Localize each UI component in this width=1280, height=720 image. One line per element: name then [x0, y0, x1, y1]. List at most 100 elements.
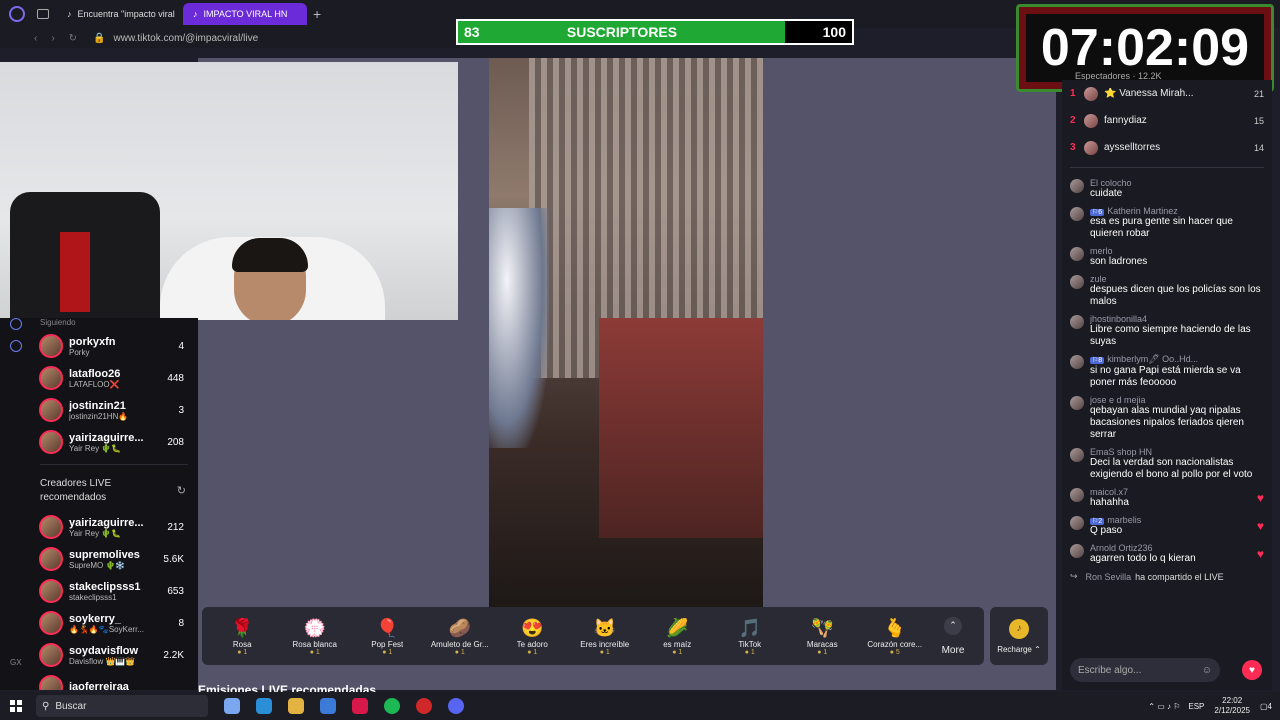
creator-item[interactable]: stakeclipsss1 stakeclipsss1 653: [30, 575, 198, 607]
address-bar[interactable]: ‹›↻ 🔒 www.tiktok.com/@impacviral/live: [0, 28, 460, 48]
gift-item[interactable]: 😍 Te adoro ● 1: [496, 616, 569, 656]
message-text: qebayan alas mundial yaq nipalas bacasio…: [1090, 405, 1244, 440]
tab-live[interactable]: ♪ IMPACTO VIRAL HN: [183, 3, 307, 25]
browser-logo-icon[interactable]: [9, 6, 25, 22]
chat-message[interactable]: zule despues dicen que los policías son …: [1062, 274, 1272, 308]
viewer-count: 448: [167, 372, 184, 384]
creator-name: latafloo26: [69, 367, 121, 380]
like-heart-button[interactable]: ♥: [1242, 660, 1262, 680]
gift-cost: ● 1: [672, 649, 683, 656]
creator-item[interactable]: yairizaguirre... Yair Rey 🌵🐛 212: [30, 511, 198, 543]
recommended-header: Creadores LIVE recomendados ↻: [30, 471, 198, 511]
door: [599, 318, 763, 538]
share-icon: ↪: [1070, 571, 1078, 581]
spotify-icon[interactable]: [384, 698, 400, 714]
chat-message[interactable]: jhostinbonilla4 Libre como siempre hacie…: [1062, 314, 1272, 348]
new-tab-button[interactable]: +: [313, 6, 321, 22]
avatar: [1070, 544, 1084, 558]
creator-item[interactable]: yairizaguirre... Yair Rey 🌵🐛 208: [30, 426, 198, 458]
share-user: Ron Sevilla: [1085, 571, 1132, 582]
mail-icon[interactable]: [320, 698, 336, 714]
gift-name: Amuleto de Gr...: [430, 640, 489, 649]
chat-message[interactable]: ⚐8 kimberlym🖊 Oo..Hd... si no gana Papi e…: [1062, 354, 1272, 389]
gift-name: es maíz: [663, 640, 692, 649]
gift-item[interactable]: 🌹 Rosa ● 1: [206, 616, 279, 656]
gift-icon: 🎈: [376, 618, 399, 638]
discord-icon[interactable]: [448, 698, 464, 714]
coin-icon: ♪: [1009, 618, 1029, 639]
edge-icon[interactable]: [256, 698, 272, 714]
gift-item[interactable]: 🎵 TikTok ● 1: [714, 616, 787, 656]
app-icon[interactable]: [416, 698, 432, 714]
webcam-overlay: [0, 62, 458, 320]
clock[interactable]: 22:02 2/12/2025: [1214, 696, 1250, 716]
gift-item[interactable]: 💮 Rosa blanca ● 1: [279, 616, 352, 656]
live-icon[interactable]: [10, 318, 22, 330]
creator-item[interactable]: porkyxfn Porky 4: [30, 330, 198, 362]
rank-user: fannydiaz: [1104, 115, 1147, 126]
recharge-button[interactable]: ♪ Recharge ⌃: [990, 607, 1048, 665]
creator-item[interactable]: soykerry_ 🔥💃🔥🐾SoyKerr... 8: [30, 607, 198, 639]
taskbar: ⚲ Buscar ⌃ ▭ ♪ ⚐ ESP 22:02 2/12/2025 ▢4: [0, 692, 1280, 720]
copilot-icon[interactable]: [224, 698, 240, 714]
tab-search[interactable]: ♪ Encuentra "impacto viral": [57, 3, 175, 25]
chat-message[interactable]: Arnold Ortiz236 agarren todo lo q kieran…: [1062, 543, 1272, 565]
viewer-count: 2.2K: [163, 649, 184, 661]
heart-icon: ♥: [1256, 519, 1264, 533]
gift-item[interactable]: 🎈 Pop Fest ● 1: [351, 616, 424, 656]
chat-message[interactable]: ⚐2 marbelis Q paso ♥: [1062, 515, 1272, 537]
refresh-icon[interactable]: ↻: [177, 484, 186, 498]
more-gifts-button[interactable]: ⌃ More: [931, 616, 975, 656]
gift-icon: 🎵: [738, 618, 761, 638]
ranking-row[interactable]: 2 fannydiaz 15: [1062, 107, 1272, 134]
message-user: merlo: [1090, 246, 1113, 256]
chat-input[interactable]: Escribe algo... ☺: [1070, 658, 1220, 682]
nav-arrows-icon[interactable]: ‹›↻: [34, 33, 91, 44]
language-indicator[interactable]: ESP: [1188, 702, 1204, 711]
chat-message[interactable]: El colocho cuidate: [1062, 178, 1272, 200]
notification-icon[interactable]: ▢4: [1260, 702, 1272, 711]
opera-gx-icon[interactable]: [352, 698, 368, 714]
chat-message[interactable]: EmaS shop HN Deci la verdad son nacional…: [1062, 447, 1272, 481]
gift-item[interactable]: 🌽 es maíz ● 1: [641, 616, 714, 656]
creator-name: supremolives: [69, 548, 140, 561]
ranking-row[interactable]: 3 aysselltorres 14: [1062, 134, 1272, 161]
tiktok-icon: ♪: [67, 9, 72, 19]
gift-bar: 🌹 Rosa ● 1 💮 Rosa blanca ● 1 🎈 Pop Fest …: [202, 607, 984, 665]
gift-item[interactable]: 🪇 Maracas ● 1: [786, 616, 859, 656]
live-video[interactable]: [489, 58, 763, 608]
gift-icon: 🐱: [593, 618, 616, 638]
divider: [40, 464, 188, 465]
message-text: Q paso: [1090, 525, 1123, 536]
tab-overview-icon[interactable]: [37, 9, 49, 19]
emoji-icon[interactable]: ☺: [1202, 665, 1212, 676]
gift-item[interactable]: 🥔 Amuleto de Gr... ● 1: [424, 616, 497, 656]
message-user: maicol.x7: [1090, 487, 1129, 497]
creator-item[interactable]: iaoferreiraa: [30, 671, 198, 690]
message-user: zule: [1090, 274, 1107, 284]
chat-message[interactable]: ⚐6 Katherin Martinez esa es pura gente si…: [1062, 206, 1272, 240]
message-user: EmaS shop HN: [1090, 447, 1153, 457]
creator-item[interactable]: jostinzin21 jostinzin21HN🔥 3: [30, 394, 198, 426]
system-tray: ⌃ ▭ ♪ ⚐ ESP 22:02 2/12/2025 ▢4: [1148, 692, 1272, 720]
taskbar-search[interactable]: ⚲ Buscar: [36, 695, 208, 717]
divider: [1070, 167, 1264, 168]
explorer-icon[interactable]: [288, 698, 304, 714]
chat-message[interactable]: maicol.x7 hahahha ♥: [1062, 487, 1272, 509]
avatar: [1070, 355, 1084, 369]
recommended-title: Creadores LIVE recomendados: [40, 478, 112, 503]
windows-start-icon[interactable]: [10, 700, 22, 712]
gift-item[interactable]: 🫰 Corazón core... ● 5: [859, 616, 932, 656]
creator-item[interactable]: supremolives SupreMO 🌵❄️ 5.6K: [30, 543, 198, 575]
gift-cost: ● 1: [382, 649, 393, 656]
creator-item[interactable]: latafloo26 LATAFLOO❌ 448: [30, 362, 198, 394]
chat-message[interactable]: merlo son ladrones: [1062, 246, 1272, 268]
gift-name: Maracas: [806, 640, 838, 649]
gift-name: Corazón core...: [867, 640, 923, 649]
creator-item[interactable]: soydavisflow Davisflow 👑🎹👑 2.2K: [30, 639, 198, 671]
ranking-row[interactable]: 1 ⭐ Vanessa Mirah... 21: [1062, 80, 1272, 107]
chat-message[interactable]: jose e d mejia qebayan alas mundial yaq …: [1062, 395, 1272, 441]
settings-icon[interactable]: [10, 340, 22, 352]
tray-icons[interactable]: ⌃ ▭ ♪ ⚐: [1148, 702, 1180, 711]
gift-item[interactable]: 🐱 Eres increíble ● 1: [569, 616, 642, 656]
